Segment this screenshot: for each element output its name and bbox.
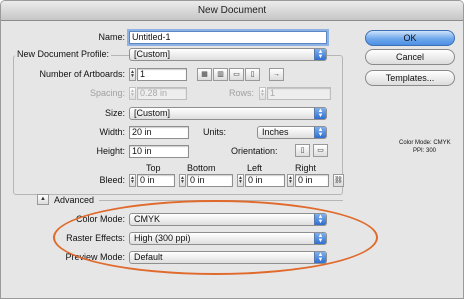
bleed-left-field[interactable]: 0 in bbox=[245, 174, 285, 187]
profile-select[interactable]: [Custom] ▲ ▼ bbox=[129, 48, 327, 61]
chevron-updown-icon: ▲ ▼ bbox=[314, 108, 326, 119]
spacing-field[interactable]: 0.28 in bbox=[137, 87, 187, 100]
bleed-top-stepper[interactable]: ▲ ▼ bbox=[129, 174, 136, 187]
rows-label: Rows: bbox=[229, 88, 255, 98]
name-field[interactable]: Untitled-1 bbox=[129, 31, 327, 44]
ppi-info: PPI: 300 bbox=[413, 148, 437, 154]
bleed-right-label: Right bbox=[295, 163, 317, 173]
advanced-toggle-icon[interactable]: ▲ bbox=[37, 194, 49, 205]
bleed-left-label: Left bbox=[247, 163, 263, 173]
change-layout-icon[interactable]: → bbox=[269, 68, 284, 81]
bleed-right-stepper[interactable]: ▲ ▼ bbox=[287, 174, 294, 187]
landscape-icon[interactable]: ▭ bbox=[313, 144, 328, 157]
bleed-bottom-field[interactable]: 0 in bbox=[187, 174, 233, 187]
link-bleed-icon[interactable]: ⛓ bbox=[333, 174, 344, 187]
height-label: Height: bbox=[96, 146, 125, 156]
templates-button[interactable]: Templates... bbox=[365, 70, 455, 86]
portrait-icon[interactable]: ▯ bbox=[295, 144, 310, 157]
arrange-by-row-icon[interactable]: ▭ bbox=[229, 68, 244, 81]
cancel-button[interactable]: Cancel bbox=[365, 49, 455, 65]
grid-by-row-icon[interactable]: ▦ bbox=[197, 68, 212, 81]
size-select[interactable]: [Custom] ▲ ▼ bbox=[129, 107, 327, 120]
highlight-ellipse bbox=[53, 200, 378, 275]
color-mode-info: Color Mode: CMYK bbox=[399, 140, 451, 146]
artboards-stepper[interactable]: ▲ ▼ bbox=[129, 68, 136, 81]
bleed-left-stepper[interactable]: ▲ ▼ bbox=[237, 174, 244, 187]
artboards-field[interactable]: 1 bbox=[137, 68, 187, 81]
name-label: Name: bbox=[98, 32, 125, 42]
spacing-label: Spacing: bbox=[89, 88, 125, 98]
profile-label: New Document Profile: bbox=[15, 48, 112, 60]
grid-by-column-icon[interactable]: ▥ bbox=[213, 68, 228, 81]
bleed-right-field[interactable]: 0 in bbox=[295, 174, 329, 187]
units-value: Inches bbox=[262, 127, 289, 137]
width-label: Width: bbox=[99, 127, 125, 137]
dialog-title: New Document bbox=[1, 1, 463, 21]
height-field[interactable]: 10 in bbox=[129, 145, 189, 158]
rows-field[interactable]: 1 bbox=[267, 87, 331, 100]
bleed-top-label: Top bbox=[146, 163, 161, 173]
rows-stepper[interactable]: ▲ ▼ bbox=[259, 87, 266, 100]
profile-value: [Custom] bbox=[134, 49, 171, 59]
chevron-updown-icon: ▲ ▼ bbox=[314, 127, 326, 138]
arrange-by-column-icon[interactable]: ▯ bbox=[245, 68, 260, 81]
new-document-dialog: New Document Name: Untitled-1 New Docume… bbox=[0, 0, 464, 299]
artboards-label: Number of Artboards: bbox=[39, 69, 125, 79]
size-label: Size: bbox=[104, 108, 125, 118]
bleed-bottom-label: Bottom bbox=[187, 163, 216, 173]
width-field[interactable]: 20 in bbox=[129, 126, 189, 139]
units-select[interactable]: Inches ▲ ▼ bbox=[257, 126, 327, 139]
orientation-label: Orientation: bbox=[231, 146, 278, 156]
ok-button[interactable]: OK bbox=[365, 30, 455, 46]
bleed-bottom-stepper[interactable]: ▲ ▼ bbox=[179, 174, 186, 187]
bleed-top-field[interactable]: 0 in bbox=[137, 174, 175, 187]
advanced-label[interactable]: Advanced bbox=[54, 194, 94, 206]
bleed-label: Bleed: bbox=[99, 175, 125, 185]
spacing-stepper[interactable]: ▲ ▼ bbox=[129, 87, 136, 100]
chevron-updown-icon: ▲ ▼ bbox=[314, 49, 326, 60]
units-label: Units: bbox=[203, 127, 227, 137]
size-value: [Custom] bbox=[134, 108, 171, 118]
